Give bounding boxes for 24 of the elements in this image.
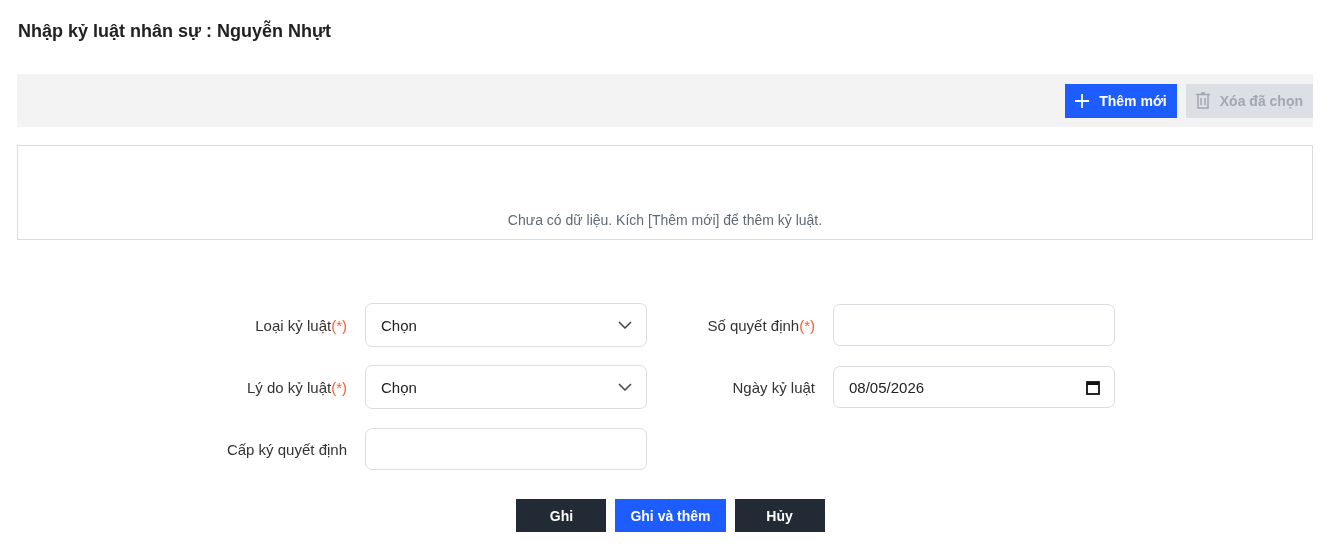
save-and-add-button[interactable]: Ghi và thêm	[615, 499, 726, 532]
date-field[interactable]: 08/05/2026	[833, 366, 1115, 408]
add-button[interactable]: Thêm mới	[1065, 83, 1177, 118]
date-value: 08/05/2026	[849, 378, 925, 396]
input-field[interactable]	[365, 428, 647, 470]
field-label: Lý do kỷ luật(*)	[246, 378, 347, 396]
field-label: Ngày kỷ luật	[732, 378, 815, 396]
trash-icon	[1195, 92, 1210, 109]
empty-message: Chưa có dữ liệu. Kích [Thêm mới] để thêm kỷ luật.	[507, 212, 823, 228]
chevron-down-icon	[618, 321, 632, 329]
select-field[interactable]: Chọn	[365, 303, 647, 347]
select-value: Chọn	[381, 378, 417, 396]
select-value: Chọn	[381, 316, 417, 334]
action-button[interactable]: Hủy	[734, 499, 825, 532]
page-title: Nhập kỷ luật nhân sự : Nguyễn Nhựt	[18, 19, 333, 43]
chevron-down-icon	[618, 383, 632, 391]
input-field[interactable]	[833, 304, 1115, 346]
plus-icon	[1075, 93, 1090, 108]
field-label: Cấp ký quyết định	[226, 440, 347, 458]
field-label: Loại kỷ luật(*)	[255, 316, 347, 334]
field-label: Số quyết định(*)	[707, 316, 815, 334]
calendar-icon[interactable]	[1086, 379, 1100, 395]
select-field[interactable]: Chọn	[365, 365, 647, 409]
action-button[interactable]: Ghi	[516, 499, 607, 532]
